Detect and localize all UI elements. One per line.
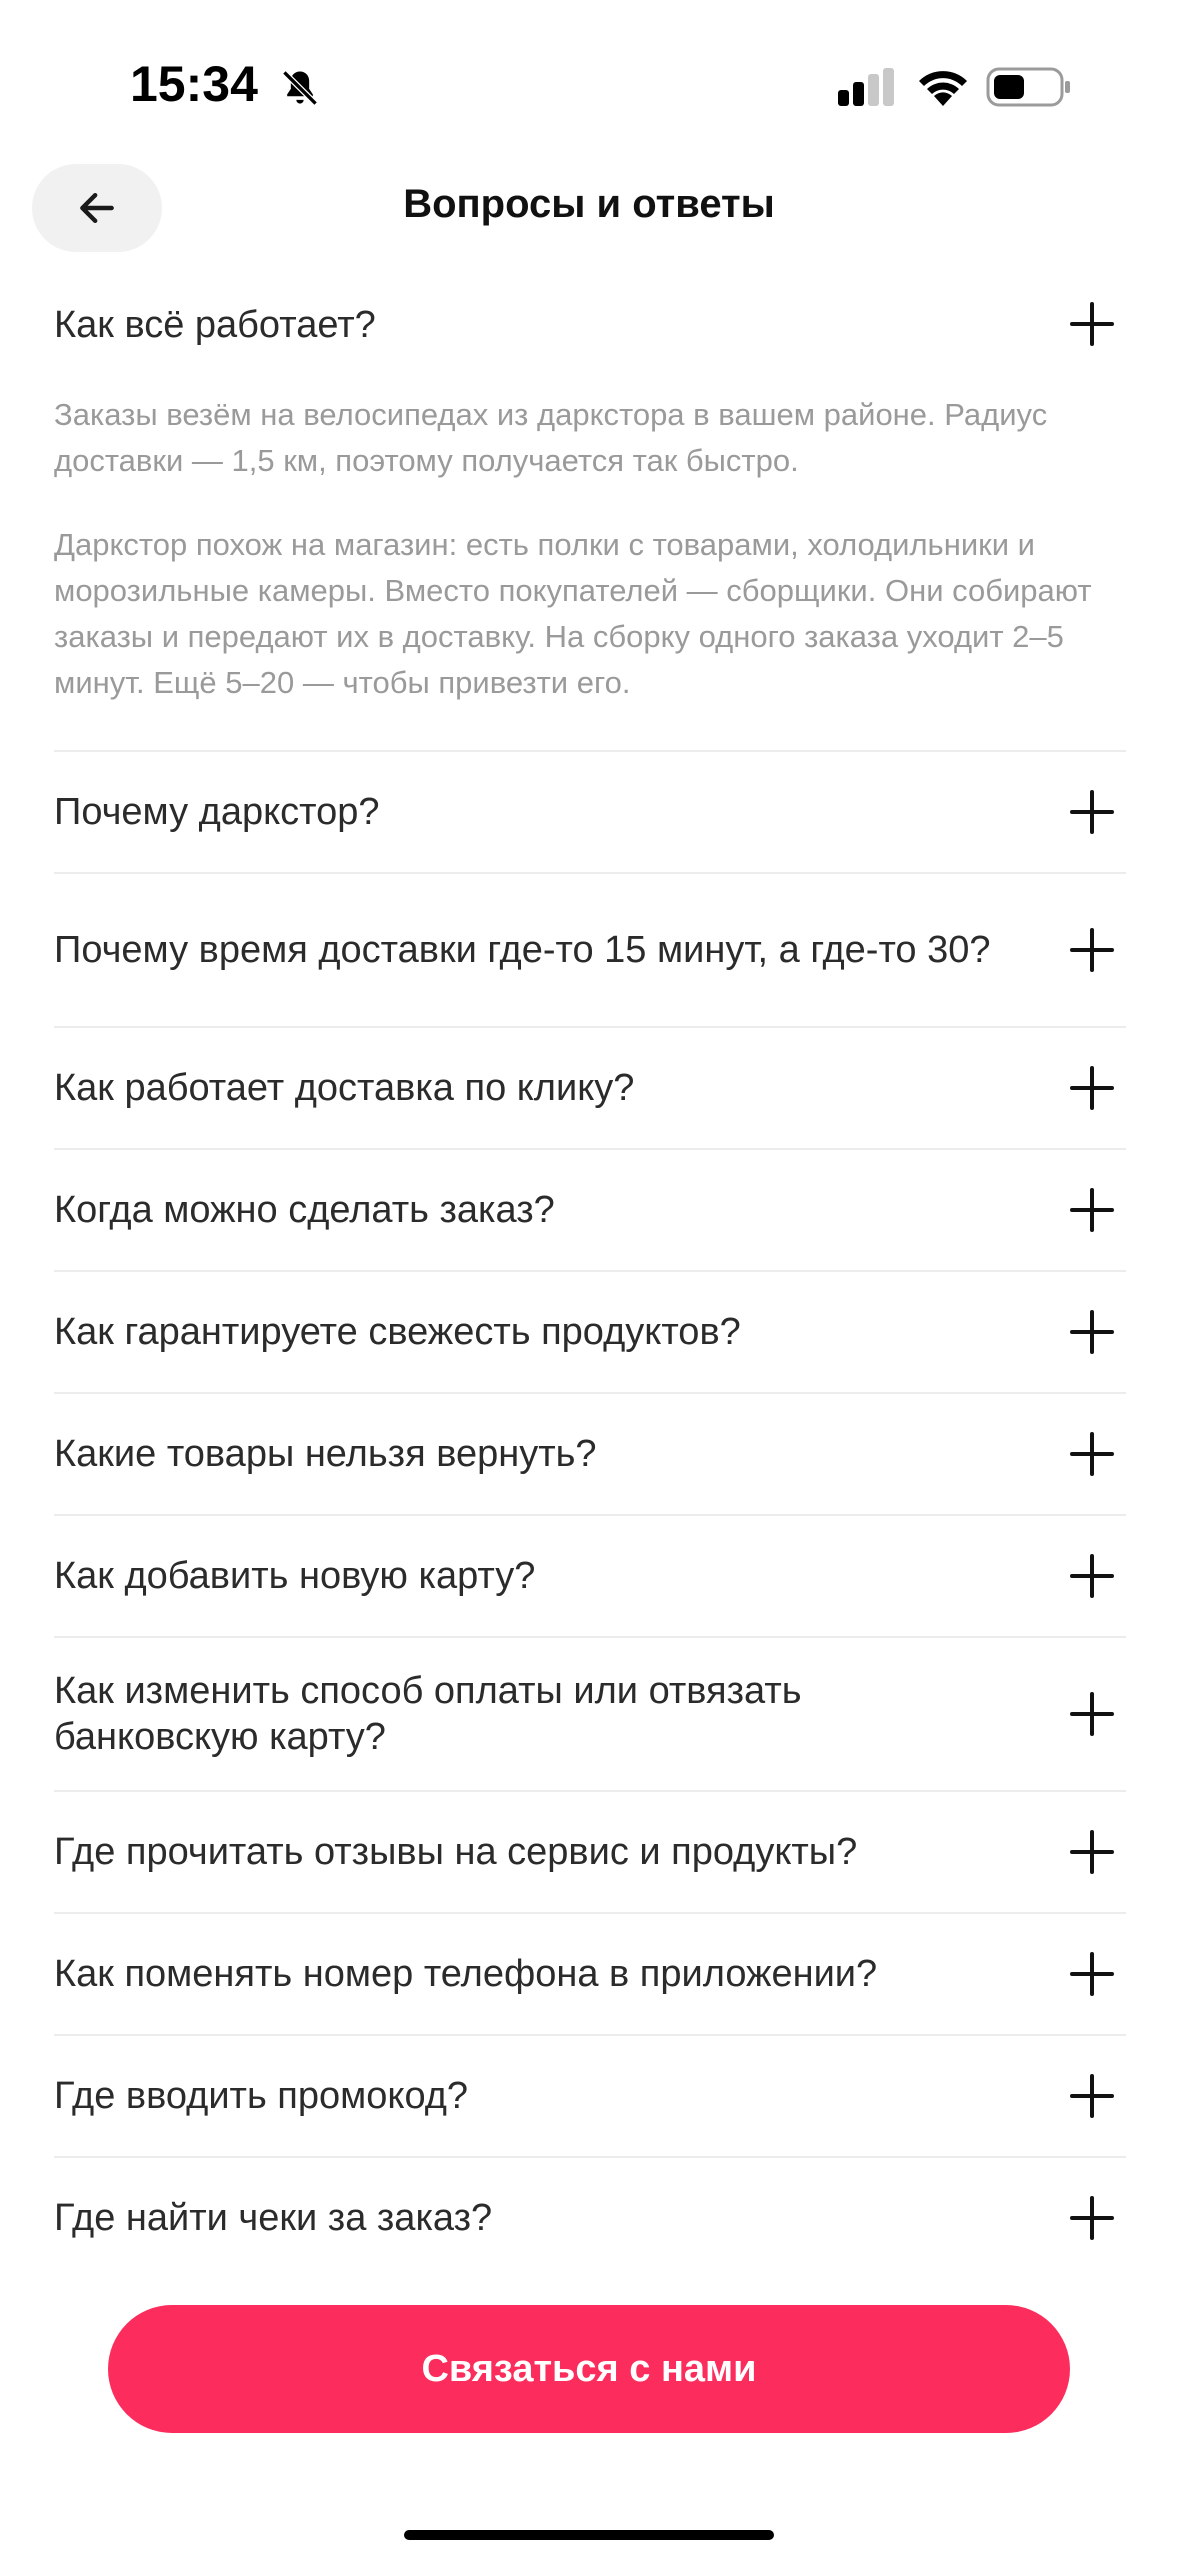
faq-question-row[interactable]: Как работает доставка по клику? <box>54 1028 1126 1148</box>
faq-question: Почему время доставки где-то 15 минут, а… <box>54 929 991 971</box>
faq-answer: Заказы везём на велосипедах из даркстора… <box>54 392 1126 750</box>
plus-icon[interactable] <box>1070 1952 1114 1996</box>
faq-item[interactable]: Когда можно сделать заказ? <box>54 1150 1126 1272</box>
faq-item[interactable]: Как изменить способ оплаты или отвязать … <box>54 1638 1126 1792</box>
bell-muted-icon <box>282 70 318 106</box>
plus-icon[interactable] <box>1070 1188 1114 1232</box>
faq-item[interactable]: Как добавить новую карту? <box>54 1516 1126 1638</box>
faq-question: Где прочитать отзывы на сервис и продукт… <box>54 1831 858 1873</box>
home-indicator <box>404 2530 774 2540</box>
plus-icon[interactable] <box>1070 790 1114 834</box>
faq-question: Как гарантируете свежесть продуктов? <box>54 1311 741 1353</box>
plus-icon[interactable] <box>1070 1432 1114 1476</box>
faq-question: Почему даркстор? <box>54 791 380 833</box>
faq-item[interactable]: Почему даркстор? <box>54 752 1126 874</box>
faq-question-row[interactable]: Какие товары нельзя вернуть? <box>54 1394 1126 1514</box>
faq-question: Где найти чеки за заказ? <box>54 2197 493 2239</box>
faq-question: Как изменить способ оплаты или отвязать … <box>54 1670 802 1758</box>
plus-icon[interactable] <box>1070 1310 1114 1354</box>
faq-question-row[interactable]: Где найти чеки за заказ? <box>54 2158 1126 2278</box>
plus-icon[interactable] <box>1070 1066 1114 1110</box>
faq-question: Как поменять номер телефона в приложении… <box>54 1953 878 1995</box>
faq-question-row[interactable]: Почему время доставки где-то 15 минут, а… <box>54 874 1126 1026</box>
plus-icon[interactable] <box>1070 1830 1114 1874</box>
faq-question: Как всё работает? <box>54 304 376 346</box>
faq-question: Где вводить промокод? <box>54 2075 469 2117</box>
header: Вопросы и ответы <box>0 160 1178 256</box>
faq-item[interactable]: Где вводить промокод? <box>54 2036 1126 2158</box>
wifi-icon <box>919 71 967 106</box>
faq-question-row[interactable]: Где вводить промокод? <box>54 2036 1126 2156</box>
faq-question-row[interactable]: Как гарантируете свежесть продуктов? <box>54 1272 1126 1392</box>
faq-item[interactable]: Как гарантируете свежесть продуктов? <box>54 1272 1126 1394</box>
faq-question-row[interactable]: Почему даркстор? <box>54 752 1126 872</box>
faq-answer-paragraph: Даркстор похож на магазин: есть полки с … <box>54 527 1092 700</box>
plus-icon[interactable] <box>1070 2074 1114 2118</box>
faq-question: Как добавить новую карту? <box>54 1555 536 1597</box>
faq-item-expanded[interactable]: Как всё работает? Заказы везём на велоси… <box>54 280 1126 752</box>
faq-item[interactable]: Где найти чеки за заказ? <box>54 2158 1126 2278</box>
faq-question: Какие товары нельзя вернуть? <box>54 1433 597 1475</box>
status-bar: 15:34 <box>0 0 1178 150</box>
faq-question-row[interactable]: Когда можно сделать заказ? <box>54 1150 1126 1270</box>
faq-item[interactable]: Где прочитать отзывы на сервис и продукт… <box>54 1792 1126 1914</box>
status-time: 15:34 <box>130 56 258 112</box>
faq-item[interactable]: Как поменять номер телефона в приложении… <box>54 1914 1126 2036</box>
faq-question-row[interactable]: Где прочитать отзывы на сервис и продукт… <box>54 1792 1126 1912</box>
plus-icon[interactable] <box>1070 2196 1114 2240</box>
faq-question-row[interactable]: Как всё работает? <box>54 280 1126 392</box>
faq-answer-paragraph: Заказы везём на велосипедах из даркстора… <box>54 397 1048 478</box>
contact-us-button[interactable]: Связаться с нами <box>108 2305 1070 2433</box>
faq-question-row[interactable]: Как добавить новую карту? <box>54 1516 1126 1636</box>
cellular-signal-icon <box>838 68 894 106</box>
faq-question-row[interactable]: Как изменить способ оплаты или отвязать … <box>54 1638 1126 1790</box>
faq-item[interactable]: Как работает доставка по клику? <box>54 1028 1126 1150</box>
plus-icon[interactable] <box>1070 1554 1114 1598</box>
faq-list: Как всё работает? Заказы везём на велоси… <box>54 280 1126 2278</box>
faq-question: Как работает доставка по клику? <box>54 1067 635 1109</box>
faq-item[interactable]: Какие товары нельзя вернуть? <box>54 1394 1126 1516</box>
plus-icon[interactable] <box>1070 928 1114 972</box>
faq-item[interactable]: Почему время доставки где-то 15 минут, а… <box>54 874 1126 1028</box>
plus-icon[interactable] <box>1070 1692 1114 1736</box>
battery-icon <box>986 67 1070 107</box>
plus-icon[interactable] <box>1070 302 1114 346</box>
page-title: Вопросы и ответы <box>403 182 775 226</box>
faq-question-row[interactable]: Как поменять номер телефона в приложении… <box>54 1914 1126 2034</box>
faq-question: Когда можно сделать заказ? <box>54 1189 555 1231</box>
